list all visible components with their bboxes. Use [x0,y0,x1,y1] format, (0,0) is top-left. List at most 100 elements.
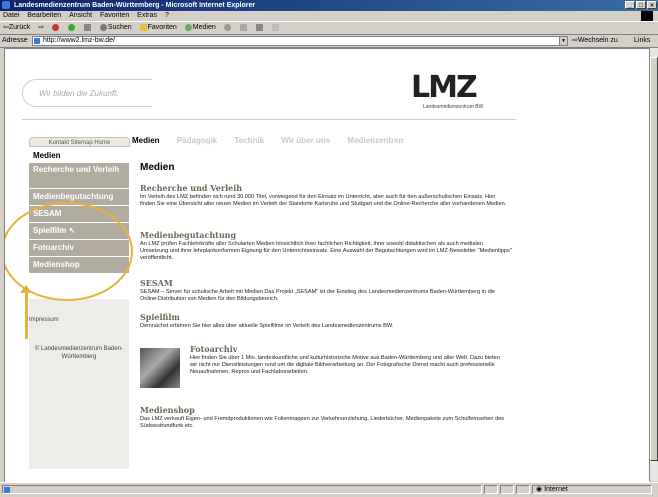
nav-paedagogik[interactable]: Pädagogik [177,136,217,145]
section-text: SESAM – Server für schulische Arbeit mit… [140,289,496,302]
refresh-button[interactable] [67,22,77,34]
favorites-icon [139,23,147,31]
header-divider [22,119,516,120]
links-button[interactable]: Links [634,35,650,47]
section-text: Demnächst erfahren Sie hier alles über a… [140,323,394,329]
windows-logo-icon [641,11,653,21]
status-text [2,485,482,494]
window-title: Landesmedienzentrum Baden-Württemberg - … [13,2,256,9]
slogan: Wir bilden die Zukunft. [22,79,152,107]
nav-technik[interactable]: Technik [234,136,264,145]
window-titlebar: Landesmedienzentrum Baden-Württemberg - … [0,0,658,11]
media-icon [184,23,192,31]
media-label: Medien [192,24,216,31]
lmz-logo-tagline: Landesmedienzentrum BW [423,104,484,110]
sidebar-footer [29,299,129,469]
main-navigation: Medien Pädagogik Technik Wir über uns Me… [132,134,520,148]
nav-medien[interactable]: Medien [132,136,160,145]
status-cell [516,485,530,494]
sidebar-item-recherche[interactable]: Recherche und Verleih [29,163,129,189]
page-done-icon [4,487,10,493]
section-medienshop: Medienshop Das LMZ verkauft Eigen- und F… [140,405,512,430]
home-icon [83,23,91,31]
search-button[interactable]: Suchen [99,22,133,34]
favorites-label: Favoriten [147,24,177,31]
section-medienbegutachtung: Medienbegutachtung An LMZ prüfen Fachleh… [140,230,512,262]
zone-label: Internet [544,486,568,493]
address-bar: Adresse http://www2.lmz-bw.de/ ▼ ⇨Wechse… [0,35,658,48]
stop-button[interactable] [51,22,61,34]
print-icon [255,23,263,31]
section-spielfilm: Spielfilm Demnächst erfahren Sie hier al… [140,312,512,330]
section-recherche: Recherche und Verleih Im Verleih des LMZ… [140,183,512,208]
section-text: An LMZ prüfen Fachlehrkräfte aller Schul… [140,241,512,261]
menu-bearbeiten[interactable]: Bearbeiten [27,12,61,19]
forward-arrow-icon: ⇨ [38,24,45,31]
mail-button[interactable] [239,22,249,34]
highlight-arrow-shaft [25,289,28,339]
edit-button[interactable] [271,22,281,34]
section-text: Hier finden Sie über 1 Mio. landeskundli… [190,355,500,375]
home-button[interactable] [83,22,93,34]
go-button[interactable]: ⇨Wechseln zu [572,35,618,47]
search-icon [99,23,107,31]
section-heading[interactable]: Medienshop [140,405,512,415]
menu-help[interactable]: ? [165,12,169,19]
lmz-logo-text: LMZ [411,70,478,105]
menu-ansicht[interactable]: Ansicht [69,12,92,19]
address-input[interactable]: http://www2.lmz-bw.de/ ▼ [32,36,568,46]
vertical-scrollbar[interactable] [649,48,658,481]
edit-icon [271,23,279,31]
search-label: Suchen [107,24,132,31]
toolbar: ⇦Zurück ⇨ Suchen Favoriten Medien [0,22,658,35]
section-fotoarchiv: Fotoarchiv Hier finden Sie über 1 Mio. l… [190,344,508,376]
fotoarchiv-photo[interactable] [140,348,180,388]
section-sesam: SESAM SESAM – Server für schulische Arbe… [140,278,512,303]
globe-icon: ◉ [536,486,543,493]
close-button[interactable]: × [647,1,657,9]
content-area: Medien Recherche und Verleih Im Verleih … [132,150,522,470]
utility-nav[interactable]: Kontakt Sitemap Home [29,137,130,147]
back-button[interactable]: ⇦Zurück [2,22,31,34]
back-label: Zurück [8,24,31,31]
status-bar: ◉ Internet [0,482,658,496]
forward-button[interactable]: ⇨ [37,22,45,34]
menu-bar: Datei Bearbeiten Ansicht Favoriten Extra… [0,11,658,22]
minimize-button[interactable]: _ [625,1,635,9]
nav-medienzentren[interactable]: Medienzentren [347,136,403,145]
address-dropdown-icon[interactable]: ▼ [559,36,568,46]
copyright: © Landesmedienzentrum Baden-Württemberg [34,346,124,360]
impressum-link[interactable]: Impressum [29,317,59,323]
print-button[interactable] [255,22,265,34]
maximize-button[interactable]: □ [636,1,646,9]
favorites-button[interactable]: Favoriten [139,22,178,34]
web-page-viewport: Wir bilden die Zukunft. LMZ Landesmedien… [4,48,651,483]
menu-extras[interactable]: Extras [137,12,157,19]
status-cell [484,485,498,494]
menu-favoriten[interactable]: Favoriten [100,12,129,19]
sidebar-item-medien[interactable]: Medien [29,149,129,163]
history-button[interactable] [223,22,233,34]
section-text: Im Verleih des LMZ befinden sich rund 30… [140,194,507,207]
go-label: Wechseln zu [577,37,618,44]
address-label: Adresse [2,37,28,44]
page-icon [34,38,40,44]
section-heading[interactable]: Medienbegutachtung [140,230,512,240]
section-heading[interactable]: Recherche und Verleih [140,183,512,193]
address-url: http://www2.lmz-bw.de/ [43,37,115,44]
media-button[interactable]: Medien [184,22,217,34]
page-title: Medien [140,162,175,173]
internet-explorer-icon [2,1,10,9]
stop-icon [52,23,60,31]
section-heading[interactable]: Fotoarchiv [190,344,508,354]
refresh-icon [68,23,76,31]
lmz-logo[interactable]: LMZ Landesmedienzentrum BW [411,73,495,113]
section-heading[interactable]: SESAM [140,278,512,288]
status-cell [500,485,514,494]
security-zone: ◉ Internet [532,485,652,494]
menu-datei[interactable]: Datei [3,12,19,19]
section-heading[interactable]: Spielfilm [140,312,512,322]
nav-wir-ueber-uns[interactable]: Wir über uns [281,136,330,145]
history-icon [223,23,231,31]
scrollbar-thumb[interactable] [650,57,658,461]
